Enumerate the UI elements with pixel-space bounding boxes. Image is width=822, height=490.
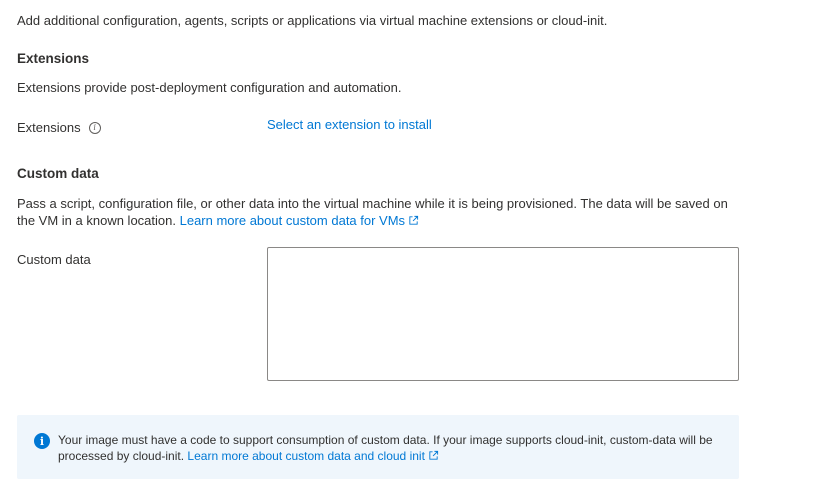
extensions-description: Extensions provide post-deployment confi…	[17, 80, 402, 95]
external-link-icon	[429, 450, 438, 460]
info-message-box: i Your image must have a code to support…	[17, 415, 739, 479]
learn-more-cloud-init-label: Learn more about custom data and cloud i…	[187, 449, 425, 463]
custom-data-description: Pass a script, configuration file, or ot…	[17, 195, 737, 229]
custom-data-heading: Custom data	[17, 166, 99, 181]
learn-more-custom-data-link[interactable]: Learn more about custom data for VMs	[180, 213, 419, 228]
info-icon[interactable]: i	[88, 121, 101, 134]
external-link-icon	[409, 215, 419, 225]
intro-text: Add additional configuration, agents, sc…	[17, 13, 608, 28]
select-extension-link[interactable]: Select an extension to install	[267, 117, 432, 132]
learn-more-custom-data-label: Learn more about custom data for VMs	[179, 213, 406, 228]
custom-data-textarea[interactable]	[267, 247, 739, 381]
custom-data-label: Custom data	[17, 252, 91, 267]
learn-more-cloud-init-link[interactable]: Learn more about custom data and cloud i…	[187, 449, 438, 463]
extensions-label: Extensions	[17, 120, 81, 135]
info-filled-icon: i	[34, 433, 50, 449]
extensions-heading: Extensions	[17, 51, 90, 66]
info-message-text: Your image must have a code to support c…	[58, 432, 728, 464]
extensions-label-row: Extensions i	[17, 120, 101, 135]
